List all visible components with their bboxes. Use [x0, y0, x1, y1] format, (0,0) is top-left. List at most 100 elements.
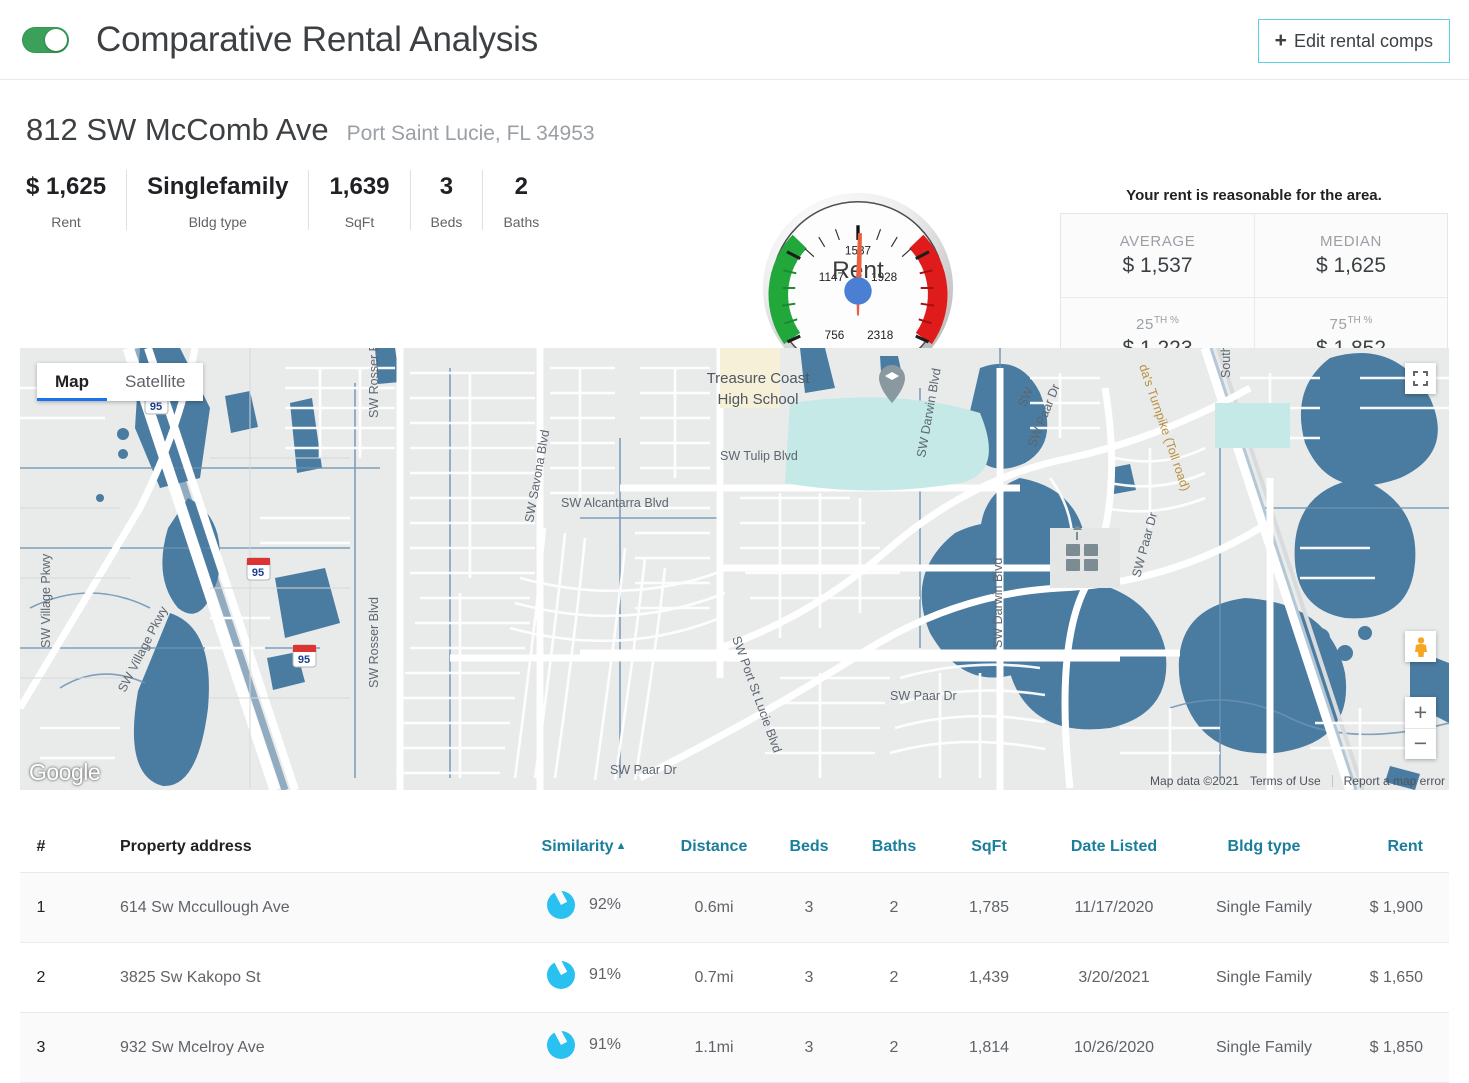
similarity-pie-icon: [547, 961, 575, 989]
fact-baths-label: Baths: [503, 214, 539, 230]
analysis-toggle[interactable]: [22, 27, 69, 53]
col-bldg-type[interactable]: Bldg type: [1189, 828, 1339, 873]
cell-bldg-type: Single Family: [1189, 943, 1339, 1013]
cell-baths: 2: [849, 873, 939, 943]
col-distance[interactable]: Distance: [659, 828, 769, 873]
map-type-satellite[interactable]: Satellite: [107, 363, 203, 401]
col-address[interactable]: Property address: [62, 828, 509, 873]
gauge-tick-2318: 2318: [867, 329, 894, 342]
edit-rental-comps-button[interactable]: + Edit rental comps: [1258, 19, 1450, 63]
plus-icon: +: [1275, 30, 1287, 51]
fullscreen-icon[interactable]: [1405, 363, 1436, 394]
fact-rent-label: Rent: [51, 214, 81, 230]
col-beds[interactable]: Beds: [769, 828, 849, 873]
credit-divider: [1332, 775, 1333, 787]
similarity-pie-icon: [547, 1031, 575, 1059]
street-view-pegman-icon[interactable]: [1405, 631, 1436, 662]
property-facts: $ 1,625 Rent Singlefamily Bldg type 1,63…: [26, 170, 559, 230]
sort-caret-icon: ▲: [616, 840, 627, 852]
cell-number: 2: [20, 943, 62, 1013]
fact-rent: $ 1,625 Rent: [26, 170, 127, 230]
address-line: 812 SW McComb Ave Port Saint Lucie, FL 3…: [26, 112, 595, 148]
highway-shield-95: 95: [247, 558, 270, 580]
stat-average-value: $ 1,537: [1122, 254, 1192, 278]
page-title: Comparative Rental Analysis: [96, 20, 538, 60]
cell-address[interactable]: 3825 Sw Kakopo St: [62, 943, 509, 1013]
toggle-knob: [45, 29, 67, 51]
cell-baths: 2: [849, 943, 939, 1013]
fact-bldgtype-value: Singlefamily: [147, 170, 288, 204]
svg-text:95: 95: [298, 654, 310, 666]
map-zoom-controls[interactable]: + −: [1405, 697, 1436, 759]
map-type-switcher[interactable]: Map Satellite: [37, 363, 203, 401]
stat-75th-key: 75TH %: [1330, 315, 1373, 333]
poi-label-school-2: High School: [718, 391, 799, 408]
gauge-tick-756: 756: [825, 329, 845, 342]
cell-rent: $ 1,900: [1339, 873, 1449, 943]
street-label-paar-2: SW Paar Dr: [610, 763, 677, 777]
fact-beds-value: 3: [440, 170, 453, 204]
street-label-southbend: Southbend Blvd: [1219, 348, 1233, 378]
street-label-tulip: SW Tulip Blvd: [720, 449, 798, 463]
fact-bldgtype: Singlefamily Bldg type: [127, 170, 309, 230]
stat-average: AVERAGE $ 1,537: [1061, 214, 1254, 297]
col-number[interactable]: #: [20, 828, 62, 873]
app-header: Comparative Rental Analysis + Edit renta…: [0, 0, 1469, 80]
comps-table-head: # Property address Similarity▲ Distance …: [20, 828, 1449, 873]
fact-sqft-label: SqFt: [345, 214, 375, 230]
report-map-error-link[interactable]: Report a map error: [1344, 774, 1445, 788]
similarity-pie-icon: [547, 891, 575, 919]
street-label-paar-1: SW Paar Dr: [890, 689, 957, 703]
zoom-out-button[interactable]: −: [1405, 729, 1436, 760]
cell-sqft: 1,439: [939, 943, 1039, 1013]
svg-text:95: 95: [252, 567, 264, 579]
fact-beds: 3 Beds: [411, 170, 484, 230]
fact-baths: 2 Baths: [483, 170, 559, 230]
table-row[interactable]: 2 3825 Sw Kakopo St 91% 0.7mi 3 2 1,439 …: [20, 943, 1449, 1013]
highway-shield-95: 95: [293, 645, 316, 667]
col-rent[interactable]: Rent: [1339, 828, 1449, 873]
poi-label-school-1: Treasure Coast: [707, 370, 811, 387]
property-city-state-zip: Port Saint Lucie, FL 34953: [347, 122, 595, 146]
stat-25th-key: 25TH %: [1136, 315, 1179, 333]
comps-table: # Property address Similarity▲ Distance …: [20, 828, 1449, 1083]
cell-number: 1: [20, 873, 62, 943]
cell-sqft: 1,785: [939, 873, 1039, 943]
table-header-row: # Property address Similarity▲ Distance …: [20, 828, 1449, 873]
cell-distance: 0.7mi: [659, 943, 769, 1013]
cell-address[interactable]: 614 Sw Mccullough Ave: [62, 873, 509, 943]
property-address: 812 SW McComb Ave: [26, 112, 329, 148]
comps-map[interactable]: 95 95 95 Treasure Coast High School SW T…: [20, 348, 1449, 790]
terms-of-use-link[interactable]: Terms of Use: [1250, 774, 1321, 788]
stat-median-value: $ 1,625: [1316, 254, 1386, 278]
comps-table-container: # Property address Similarity▲ Distance …: [20, 828, 1449, 1083]
cell-date-listed: 3/20/2021: [1039, 943, 1189, 1013]
col-similarity[interactable]: Similarity▲: [509, 828, 659, 873]
stat-median: MEDIAN $ 1,625: [1254, 214, 1447, 297]
rent-verdict: Your rent is reasonable for the area.: [1060, 187, 1448, 204]
cell-similarity: 92%: [509, 873, 659, 943]
street-label-alcantarra: SW Alcantarra Blvd: [561, 496, 669, 510]
fact-sqft: 1,639 SqFt: [309, 170, 410, 230]
map-type-map[interactable]: Map: [37, 363, 107, 401]
comps-table-body: 1 614 Sw Mccullough Ave 92% 0.6mi 3 2 1,…: [20, 873, 1449, 1083]
street-label-rosser-2: SW Rosser Blvd: [367, 597, 381, 688]
map-credits: Map data ©2021 Terms of Use Report a map…: [1150, 774, 1445, 788]
col-baths[interactable]: Baths: [849, 828, 939, 873]
stat-average-key: AVERAGE: [1120, 233, 1196, 250]
property-summary: 812 SW McComb Ave Port Saint Lucie, FL 3…: [0, 80, 1469, 345]
col-date-listed[interactable]: Date Listed: [1039, 828, 1189, 873]
cell-bldg-type: Single Family: [1189, 873, 1339, 943]
cell-date-listed: 11/17/2020: [1039, 873, 1189, 943]
fact-rent-value: $ 1,625: [26, 170, 106, 204]
fact-beds-label: Beds: [431, 214, 463, 230]
table-row[interactable]: 1 614 Sw Mccullough Ave 92% 0.6mi 3 2 1,…: [20, 873, 1449, 943]
map-canvas: 95 95 95 Treasure Coast High School SW T…: [20, 348, 1449, 790]
street-label-rosser-1: SW Rosser Blvd: [367, 348, 381, 418]
cell-similarity: 91%: [509, 943, 659, 1013]
fact-baths-value: 2: [515, 170, 528, 204]
col-sqft[interactable]: SqFt: [939, 828, 1039, 873]
cell-distance: 0.6mi: [659, 873, 769, 943]
zoom-in-button[interactable]: +: [1405, 697, 1436, 729]
street-label-darwin-2: SW Darwin Blvd: [991, 558, 1005, 648]
